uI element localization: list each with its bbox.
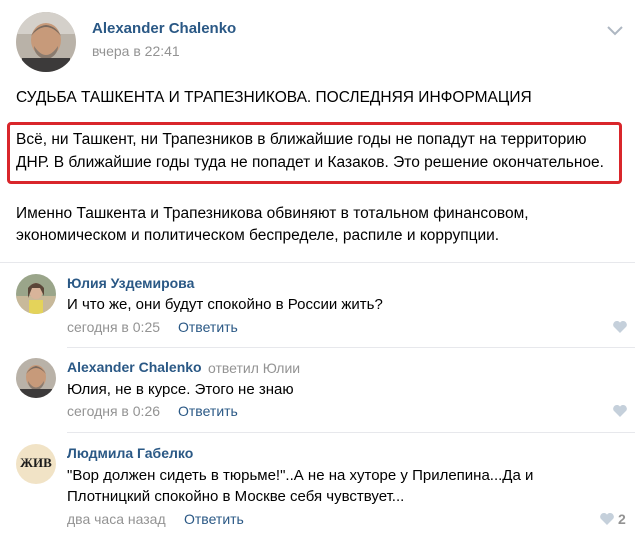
post-author-avatar[interactable] [16, 12, 76, 72]
comment-avatar[interactable] [16, 358, 56, 398]
highlight-text-line-2: ДНР. В ближайшие годы туда не попадет и … [16, 154, 604, 171]
comment-text-line-2: Плотницкий спокойно в Москве себя чувств… [67, 488, 405, 505]
comment-text: И что же, они будут спокойно в России жи… [67, 296, 383, 313]
post-author-name[interactable]: Alexander Chalenko [92, 20, 236, 37]
post-divider [0, 262, 635, 263]
heart-icon[interactable] [612, 404, 628, 418]
comment-timestamp[interactable]: два часа назад [67, 511, 166, 527]
chevron-down-icon[interactable] [606, 24, 624, 36]
like-count: 2 [618, 511, 626, 527]
comment-divider [67, 432, 635, 433]
comment-avatar[interactable]: ЖИВ [16, 444, 56, 484]
heart-icon[interactable] [599, 512, 615, 526]
comment-text: Юлия, не в курсе. Этого не знаю [67, 381, 294, 398]
reply-button[interactable]: Ответить [184, 511, 244, 527]
comment-divider [67, 347, 635, 348]
post-paragraph-line-1: Именно Ташкента и Трапезникова обвиняют … [16, 205, 529, 222]
heart-icon[interactable] [612, 320, 628, 334]
comment-avatar[interactable] [16, 274, 56, 314]
comment-author[interactable]: Людмила Габелко [67, 445, 193, 461]
comment-reply-to[interactable]: ответил Юлии [208, 360, 300, 376]
avatar-text: ЖИВ [20, 455, 52, 470]
comment-author[interactable]: Юлия Уздемирова [67, 275, 194, 291]
post-title: СУДЬБА ТАШКЕНТА И ТРАПЕЗНИКОВА. ПОСЛЕДНЯ… [16, 89, 532, 106]
reply-button[interactable]: Ответить [178, 319, 238, 335]
comment-timestamp[interactable]: сегодня в 0:26 [67, 403, 160, 419]
comment-timestamp[interactable]: сегодня в 0:25 [67, 319, 160, 335]
post-paragraph-line-2: экономическом и политическом беспределе,… [16, 227, 500, 244]
highlight-text-line-1: Всё, ни Ташкент, ни Трапезников в ближай… [16, 131, 587, 148]
post-timestamp[interactable]: вчера в 22:41 [92, 43, 180, 59]
comment-author[interactable]: Alexander Chalenko [67, 359, 202, 375]
reply-button[interactable]: Ответить [178, 403, 238, 419]
